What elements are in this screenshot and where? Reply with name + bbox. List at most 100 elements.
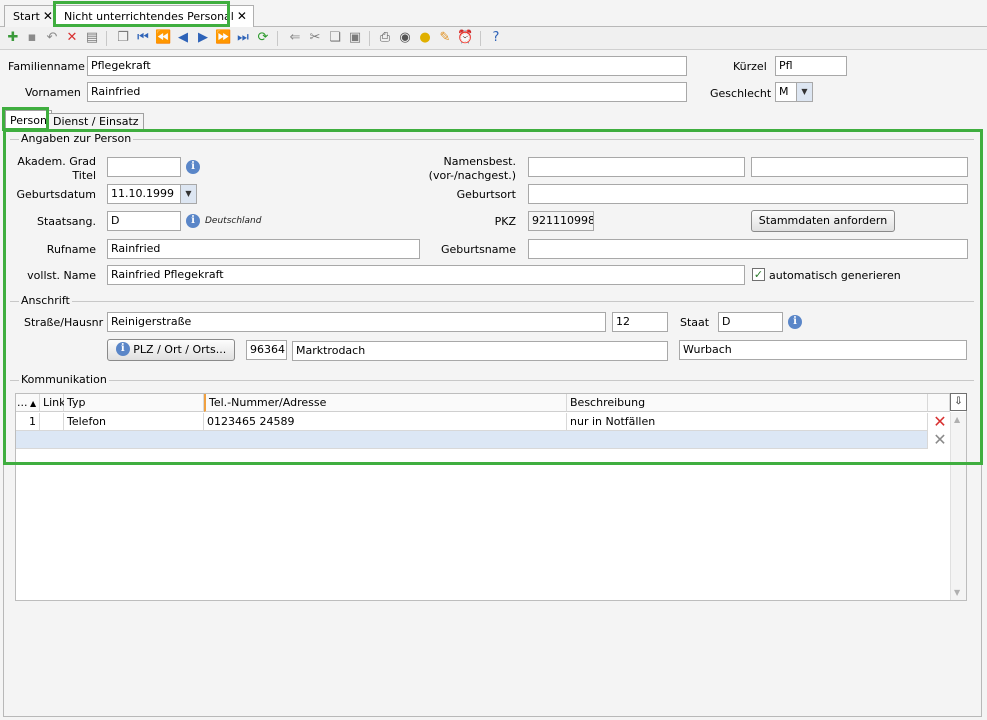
column-header-nr[interactable]: ... ▲ (16, 394, 40, 412)
column-header-typ[interactable]: Typ (64, 394, 204, 412)
table-row-beschreibung[interactable]: nur in Notfällen (567, 413, 928, 431)
strasse-input[interactable]: Reinigerstraße (107, 312, 606, 332)
delete-row-icon[interactable]: ✕ (931, 414, 949, 430)
tab-start-label: Start (13, 10, 40, 23)
ort-input[interactable]: Marktrodach (292, 341, 668, 361)
previous-record-icon[interactable]: ◀ (175, 30, 191, 46)
namensbest-vor-input[interactable] (528, 157, 745, 177)
pkz-value: 921110998 (528, 211, 594, 231)
column-header-adresse[interactable]: Tel.-Nummer/Adresse (204, 394, 567, 412)
tab-start[interactable]: Start ✕ (4, 5, 60, 27)
staat-input[interactable]: D (718, 312, 783, 332)
info-icon[interactable]: i (186, 160, 200, 174)
geschlecht-select[interactable]: M ▼ (775, 82, 813, 102)
pkz-label: PKZ (494, 215, 516, 228)
geburtsname-label: Geburtsname (440, 243, 516, 256)
table-row-typ[interactable]: Telefon (64, 413, 204, 431)
group-separator (10, 380, 974, 381)
back-arrow-icon[interactable]: ⇐ (287, 30, 303, 46)
akadem-grad-input[interactable] (107, 157, 181, 177)
kuerzel-input[interactable]: Pfl (775, 56, 847, 76)
kommunikation-heading: Kommunikation (19, 373, 109, 386)
form-icon[interactable]: ▤ (84, 30, 100, 46)
geburtsname-input[interactable] (528, 239, 968, 259)
grid-scrollbar[interactable]: ▲ ▼ (950, 412, 966, 600)
first-record-icon[interactable]: ⏮ (135, 30, 151, 46)
vollst-name-label: vollst. Name (27, 269, 96, 282)
table-row-number: 1 (16, 413, 40, 431)
auto-generate-label: automatisch generieren (769, 269, 901, 282)
auto-generate-checkbox[interactable]: ✓ (752, 268, 765, 281)
preview-eye-icon[interactable]: ◉ (397, 30, 413, 46)
stammdaten-anfordern-button[interactable]: Stammdaten anfordern (751, 210, 895, 232)
namensbest-label: Namensbest. (443, 155, 516, 168)
akadem-grad-label: Akadem. Grad (17, 155, 96, 168)
toolbar-separator (106, 31, 107, 46)
toolbar-separator (369, 31, 370, 46)
rufname-label: Rufname (46, 243, 96, 256)
column-header-link[interactable]: Link (40, 394, 66, 412)
next-record-icon[interactable]: ▶ (195, 30, 211, 46)
angaben-zur-person-heading: Angaben zur Person (19, 132, 134, 145)
familienname-input[interactable]: Pflegekraft (87, 56, 687, 76)
save-icon[interactable]: ▪ (24, 30, 40, 46)
staatsang-input[interactable]: D (107, 211, 181, 231)
alarm-clock-icon[interactable]: ⏰ (457, 30, 473, 46)
cut-icon[interactable]: ✂ (307, 30, 323, 46)
rufname-input[interactable]: Rainfried (107, 239, 420, 259)
namensbest-sub-label: (vor-/nachgest.) (428, 169, 516, 182)
plz-button-label: PLZ / Ort / Orts... (133, 343, 227, 356)
geschlecht-label: Geschlecht (710, 87, 772, 100)
staatsang-label: Staatsang. (36, 215, 96, 228)
refresh-icon[interactable]: ⟳ (255, 30, 271, 46)
last-record-icon[interactable]: ⏭ (235, 30, 251, 46)
help-icon[interactable]: ? (488, 30, 504, 46)
grid-columns-icon[interactable]: ⇩ (950, 393, 967, 411)
hausnr-input[interactable]: 12 (612, 312, 668, 332)
scroll-down-icon[interactable]: ▼ (954, 588, 960, 597)
delete-icon[interactable]: ✕ (64, 30, 80, 46)
strasse-label: Straße/Hausnr (24, 316, 104, 329)
table-row-new[interactable] (16, 431, 928, 449)
tab-nicht-unterrichtendes-personal[interactable]: Nicht unterrichtendes Personal ✕ (55, 5, 254, 27)
document-tab-bar: Start ✕ Nicht unterrichtendes Personal ✕ (0, 0, 987, 27)
table-row-adresse[interactable]: 0123465 24589 (204, 413, 567, 431)
chevron-down-icon[interactable]: ▼ (796, 83, 812, 101)
undo-icon[interactable]: ↶ (44, 30, 60, 46)
info-icon[interactable]: i (186, 214, 200, 228)
tab-person[interactable]: Person (5, 110, 52, 130)
vornamen-input[interactable]: Rainfried (87, 82, 687, 102)
namensbest-nach-input[interactable] (751, 157, 968, 177)
next-page-icon[interactable]: ⏩ (215, 30, 231, 46)
table-row-link[interactable] (40, 413, 64, 431)
paste-icon[interactable]: ▣ (347, 30, 363, 46)
previous-page-icon[interactable]: ⏪ (155, 30, 171, 46)
print-icon[interactable]: ⎙ (377, 30, 393, 46)
geburtsort-label: Geburtsort (456, 188, 516, 201)
info-icon[interactable]: i (788, 315, 802, 329)
group-separator (10, 301, 974, 302)
pen-icon[interactable]: ✎ (437, 30, 453, 46)
geburtsort-input[interactable] (528, 184, 968, 204)
vollst-name-input[interactable]: Rainfried Pflegekraft (107, 265, 745, 285)
toolbar: ✚ ▪ ↶ ✕ ▤ ❐ ⏮ ⏪ ◀ ▶ ⏩ ⏭ ⟳ ⇐ ✂ ❏ ▣ ⎙ ◉ ● … (0, 27, 987, 50)
tab-dienst-einsatz[interactable]: Dienst / Einsatz (48, 113, 144, 130)
new-record-icon[interactable]: ✚ (5, 30, 21, 46)
group-separator (10, 139, 974, 140)
copy-record-icon[interactable]: ❐ (115, 30, 131, 46)
geburtsdatum-input[interactable]: 11.10.1999 ▼ (107, 184, 197, 204)
titel-label: Titel (72, 169, 96, 182)
plz-input[interactable]: 96364 (246, 340, 287, 360)
scroll-up-icon[interactable]: ▲ (954, 415, 960, 424)
close-icon[interactable]: ✕ (43, 9, 53, 23)
plz-ort-ortsteil-button[interactable]: i PLZ / Ort / Orts... (107, 339, 235, 361)
chevron-down-icon[interactable]: ▼ (180, 185, 196, 203)
ortsteil-input[interactable]: Wurbach (679, 340, 967, 360)
close-icon[interactable]: ✕ (237, 9, 247, 23)
toolbar-separator (277, 31, 278, 46)
checkmark-icon: ✓ (753, 268, 764, 281)
lightbulb-icon[interactable]: ● (417, 30, 433, 46)
delete-row-icon[interactable]: ✕ (931, 432, 949, 448)
copy-icon[interactable]: ❏ (327, 30, 343, 46)
column-header-beschreibung[interactable]: Beschreibung (567, 394, 928, 412)
